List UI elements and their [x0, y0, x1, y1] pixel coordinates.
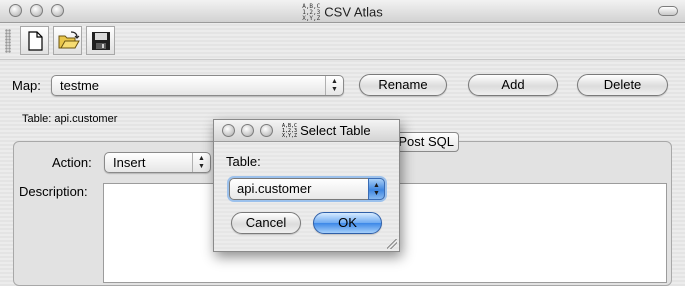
dialog-table-select-value: api.customer — [237, 181, 312, 196]
add-button[interactable]: Add — [468, 74, 558, 96]
save-button[interactable] — [86, 26, 115, 55]
action-label: Action: — [52, 155, 92, 170]
save-disk-icon — [92, 32, 110, 50]
updown-arrows-icon: ▲ ▼ — [325, 76, 343, 95]
dialog-minimize-button[interactable] — [241, 124, 254, 137]
new-button[interactable] — [20, 26, 49, 55]
app-icon: A,B,C 1,2,3 X,Y,Z — [282, 123, 298, 140]
dialog-titlebar[interactable]: A,B,C 1,2,3 X,Y,Z Select Table — [214, 120, 399, 142]
resize-grip-icon[interactable] — [387, 239, 397, 249]
toolbar — [0, 23, 685, 60]
rename-button[interactable]: Rename — [359, 74, 447, 96]
delete-button[interactable]: Delete — [577, 74, 668, 96]
ok-button[interactable]: OK — [313, 212, 382, 234]
dialog-table-label: Table: — [226, 154, 261, 169]
toolbar-grip[interactable] — [5, 29, 11, 53]
cancel-button[interactable]: Cancel — [231, 212, 301, 234]
dialog-zoom-button[interactable] — [260, 124, 273, 137]
toolbar-toggle-button[interactable] — [658, 6, 678, 16]
map-label: Map: — [12, 78, 41, 93]
action-select[interactable]: Insert ▲ ▼ — [104, 152, 211, 173]
action-select-value: Insert — [113, 155, 146, 170]
window-title: A,B,C 1,2,3 X,Y,Z CSV Atlas — [302, 3, 383, 22]
app-icon: A,B,C 1,2,3 X,Y,Z — [302, 3, 321, 22]
select-table-dialog: A,B,C 1,2,3 X,Y,Z Select Table Table: api.c… — [213, 119, 400, 252]
dialog-close-button[interactable] — [222, 124, 235, 137]
description-label: Description: — [19, 184, 88, 199]
map-select[interactable]: testme ▲ ▼ — [51, 75, 344, 96]
table-info-text: Table: api.customer — [22, 113, 118, 125]
open-folder-icon — [58, 31, 80, 49]
open-button[interactable] — [53, 26, 82, 55]
updown-arrows-icon: ▲ ▼ — [368, 178, 385, 200]
dialog-table-select[interactable]: api.customer ▲ ▼ — [229, 178, 385, 200]
dialog-title: A,B,C 1,2,3 X,Y,Z Select Table — [282, 123, 371, 140]
window-titlebar[interactable]: A,B,C 1,2,3 X,Y,Z CSV Atlas — [0, 0, 685, 23]
new-file-icon — [28, 31, 43, 51]
updown-arrows-icon: ▲ ▼ — [192, 153, 210, 172]
map-select-value: testme — [60, 78, 100, 93]
